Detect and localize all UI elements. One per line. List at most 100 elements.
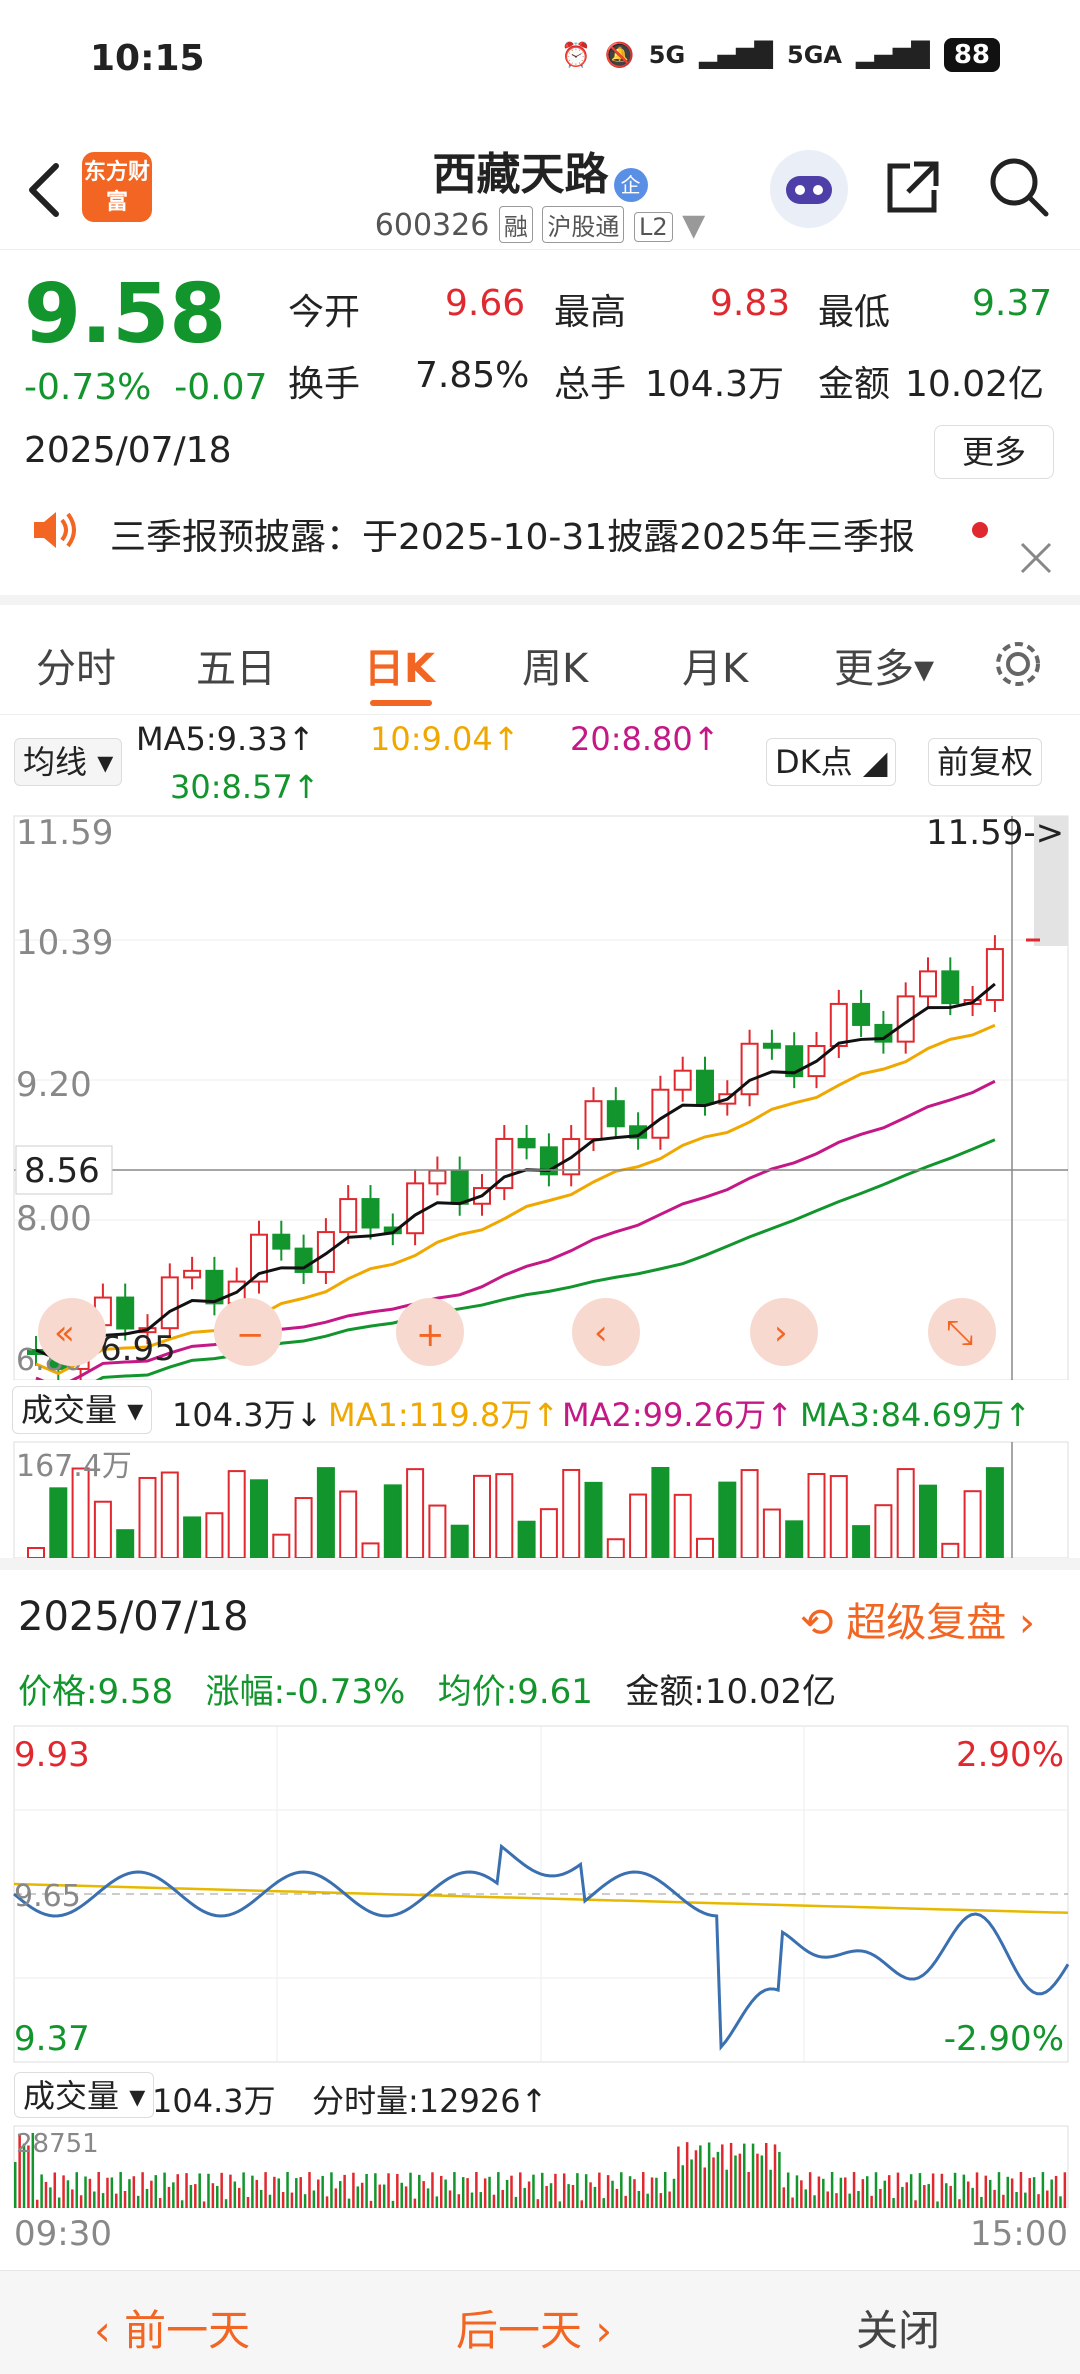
i-hi-pct: 2.90%	[956, 1735, 1064, 1775]
close-button[interactable]: 关闭	[856, 2297, 940, 2358]
intraday-volume-bar	[439, 2175, 443, 2208]
more-button[interactable]: 更多	[934, 425, 1054, 479]
time-end: 15:00	[970, 2214, 1068, 2254]
dropdown-icon[interactable]: ▼	[682, 208, 705, 243]
intraday-volume-bar	[905, 2182, 909, 2208]
intraday-volume-bar	[725, 2169, 728, 2208]
intraday-volume-bar	[185, 2173, 188, 2208]
intraday-volume-bar	[628, 2176, 632, 2208]
kline-volume-chart[interactable]: 167.4万	[0, 1440, 1080, 1558]
intraday-volume-bar	[106, 2177, 109, 2208]
intraday-volume-bar	[931, 2173, 935, 2208]
tab-weekly-k[interactable]: 周K	[522, 636, 588, 694]
intraday-volume-bar	[1006, 2176, 1010, 2208]
intraday-volume-bar	[659, 2193, 663, 2208]
intraday-volume-bar	[958, 2199, 961, 2208]
intraday-vol-selector[interactable]: 成交量 ▾	[14, 2072, 155, 2118]
intraday-volume-bar	[993, 2189, 996, 2208]
intraday-volume-chart[interactable]: 28751	[0, 2124, 1080, 2208]
volume-bar	[383, 1484, 402, 1558]
adjust-button[interactable]: 前复权	[928, 738, 1043, 786]
min-price-flag: 6.95	[100, 1329, 176, 1369]
intraday-volume-bar	[290, 2192, 294, 2208]
ma-selector[interactable]: 均线 ▾	[14, 738, 123, 786]
plus-icon: +	[416, 1315, 445, 1355]
expand-icon: ⤡	[946, 1313, 973, 1353]
intraday-volume-bar	[835, 2193, 838, 2208]
bottom-nav: ‹ 前一天 后一天 › 关闭	[0, 2270, 1080, 2374]
tag-connect: 沪股通	[542, 206, 625, 243]
volume-bar	[473, 1474, 491, 1558]
tab-more[interactable]: 更多▾	[834, 636, 934, 694]
kline-chart[interactable]: 11.59 10.39 9.20 8.56 8.00 6.80 11.59-> …	[0, 810, 1080, 1380]
intraday-volume-bar	[93, 2191, 96, 2208]
candle	[116, 1296, 135, 1330]
candle	[272, 1233, 291, 1250]
tab-monthly-k[interactable]: 月K	[682, 636, 748, 694]
intraday-volume-bar	[1019, 2172, 1023, 2208]
ma10-label: 10:9.04↑	[370, 720, 520, 758]
intraday-volume-bar	[751, 2143, 755, 2208]
k-y-cross: 8.56	[24, 1151, 100, 1191]
share-icon[interactable]	[880, 156, 944, 220]
intraday-volume-bar	[1002, 2194, 1005, 2208]
stock-header: 东方财富 西藏天路 企 600326 融 沪股通 L2 ▼	[0, 130, 1080, 250]
volume-bar	[673, 1493, 692, 1558]
intraday-volume-bar	[523, 2187, 526, 2208]
tab-daily-k[interactable]: 日K	[364, 636, 435, 694]
intraday-volume-bar	[409, 2172, 412, 2208]
volume-bar	[272, 1533, 291, 1558]
next-day-button[interactable]: 后一天 ›	[456, 2297, 612, 2358]
intraday-volume-bar	[334, 2188, 338, 2208]
intraday-volume-bar	[141, 2172, 144, 2208]
volume-bar	[785, 1520, 804, 1558]
intraday-volume-bar	[461, 2177, 465, 2208]
tab-five-day[interactable]: 五日	[196, 636, 276, 694]
unread-dot	[972, 522, 988, 538]
intraday-volume-bar	[128, 2179, 131, 2208]
intraday-volume-bar	[567, 2184, 570, 2208]
replay-link[interactable]: ⟲ 超级复盘 ›	[800, 1590, 1035, 1648]
volume-bar	[985, 1467, 1004, 1558]
intraday-volume-bar	[690, 2159, 693, 2208]
i-mid: 9.65	[14, 1879, 81, 1914]
volume-bar	[696, 1537, 714, 1558]
intraday-volume-bar	[216, 2185, 219, 2208]
intraday-volume-bar	[264, 2172, 267, 2208]
intraday-volume-bar	[624, 2195, 627, 2208]
intraday-volume-bar	[44, 2181, 48, 2208]
intraday-volume-bar	[356, 2186, 360, 2208]
intraday-volume-bar	[852, 2172, 856, 2208]
intraday-volume-bar	[145, 2188, 149, 2208]
intraday-volume-bar	[923, 2185, 926, 2208]
intraday-volume-bar	[813, 2195, 816, 2208]
tab-intraday[interactable]: 分时	[36, 636, 116, 694]
intraday-volume-bar	[189, 2185, 193, 2208]
intraday-volume-bar	[1063, 2172, 1067, 2208]
ma20-label: 20:8.80↑	[570, 720, 720, 758]
intraday-chart[interactable]: 9.93 9.65 9.37 2.90% -2.90%	[0, 1724, 1080, 2064]
intraday-volume-bar	[14, 2162, 17, 2208]
assistant-avatar[interactable]	[770, 150, 848, 228]
minus-icon: −	[236, 1315, 265, 1355]
intraday-volume-bar	[953, 2172, 957, 2208]
intraday-volume-bar	[971, 2187, 974, 2208]
intraday-volume-bar	[501, 2189, 504, 2208]
intraday-volume-bar	[549, 2183, 553, 2208]
dk-point-button[interactable]: DK点 ◢	[766, 738, 897, 786]
max-price-flag: 11.59->	[926, 813, 1064, 853]
notice-bar[interactable]: 三季报预披露：于2025-10-31披露2025年三季报	[0, 500, 1080, 605]
intraday-volume-bar	[242, 2172, 245, 2208]
settings-gear-icon[interactable]	[990, 636, 1046, 692]
intraday-volume-bar	[839, 2177, 843, 2208]
close-icon[interactable]	[1018, 540, 1054, 576]
search-icon[interactable]	[986, 154, 1052, 220]
intraday-volume-bar	[448, 2190, 452, 2208]
intraday-volume-bar	[883, 2180, 887, 2208]
intraday-volume-bar	[615, 2188, 619, 2208]
intraday-volume-bar	[1010, 2178, 1014, 2208]
prev-day-button[interactable]: ‹ 前一天	[94, 2297, 250, 2358]
high-value: 9.83	[710, 283, 791, 324]
intraday-volume-bar	[268, 2194, 272, 2208]
volume-indicator-selector[interactable]: 成交量 ▾	[12, 1386, 153, 1434]
